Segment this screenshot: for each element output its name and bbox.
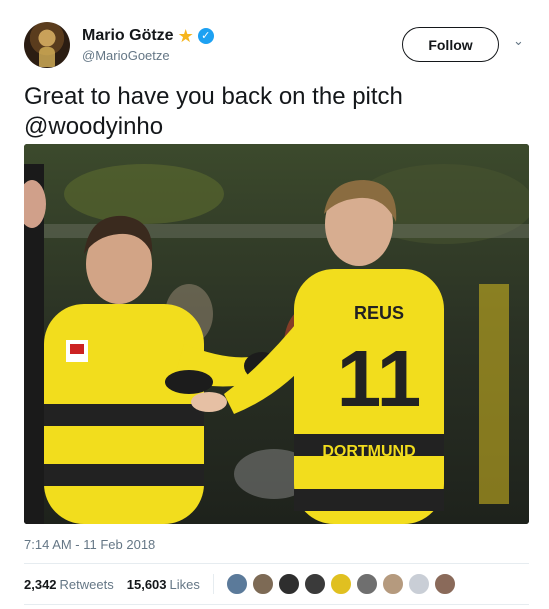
- liker-avatar[interactable]: [251, 573, 274, 595]
- author-handle[interactable]: @MarioGoetze: [82, 48, 214, 63]
- author-info[interactable]: Mario Götze ★ ✓ @MarioGoetze: [82, 26, 214, 63]
- chevron-down-icon[interactable]: ⌄: [513, 34, 524, 48]
- tweet-photo[interactable]: REUS 11 DORTMUND: [24, 144, 529, 524]
- like-count[interactable]: 15,603: [127, 577, 167, 592]
- retweet-count[interactable]: 2,342: [24, 577, 57, 592]
- jersey-number-text: 11: [337, 334, 422, 423]
- tweet-timestamp[interactable]: 7:14 AM - 11 Feb 2018: [24, 537, 155, 552]
- like-label[interactable]: Likes: [170, 577, 200, 592]
- verified-badge-icon: ✓: [197, 28, 214, 44]
- liker-avatar[interactable]: [355, 573, 378, 595]
- retweet-label[interactable]: Retweets: [60, 577, 114, 592]
- star-icon: ★: [177, 26, 194, 46]
- divider: [24, 563, 529, 564]
- liker-avatar[interactable]: [329, 573, 352, 595]
- author-name[interactable]: Mario Götze: [82, 26, 174, 46]
- author-name-row: Mario Götze ★ ✓: [82, 26, 214, 46]
- liker-avatar[interactable]: [277, 573, 300, 595]
- jersey-name-text: REUS: [354, 303, 404, 323]
- follow-button[interactable]: Follow: [402, 27, 499, 62]
- liker-avatar[interactable]: [303, 573, 326, 595]
- tweet-stats: 2,342 Retweets 15,603 Likes: [24, 573, 460, 595]
- photo-illustration: REUS 11 DORTMUND: [24, 144, 529, 524]
- liker-avatar[interactable]: [225, 573, 248, 595]
- liker-avatars: [225, 573, 460, 595]
- tweet-header: Mario Götze ★ ✓ @MarioGoetze Follow ⌄: [24, 22, 532, 70]
- divider: [24, 604, 529, 605]
- stats-separator: [212, 574, 214, 594]
- author-avatar[interactable]: [24, 22, 70, 68]
- jersey-sponsor-text: DORTMUND: [322, 443, 415, 460]
- tweet-text: Great to have you back on the pitch @woo…: [24, 83, 403, 140]
- liker-avatar[interactable]: [381, 573, 404, 595]
- liker-avatar[interactable]: [407, 573, 430, 595]
- liker-avatar[interactable]: [433, 573, 456, 595]
